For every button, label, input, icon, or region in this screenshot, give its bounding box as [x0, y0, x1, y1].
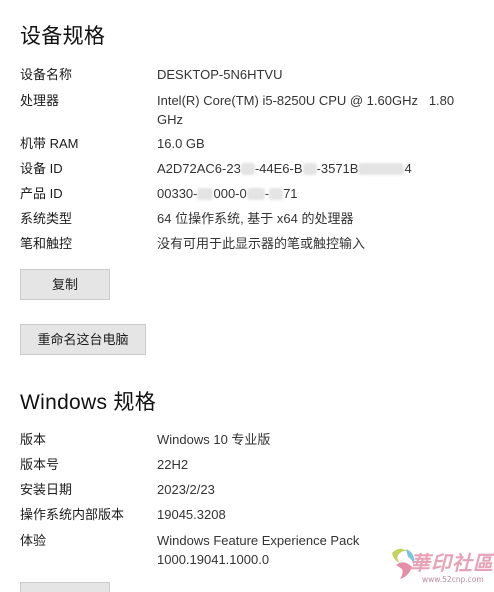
spec-label: 版本: [20, 432, 47, 447]
windows-specs-title: Windows 规格: [20, 391, 157, 414]
spec-value-redacted: A2D72AC6-23 -44E6-B -3571B 4: [157, 159, 475, 178]
product-id-part: 00330-: [157, 186, 198, 201]
spec-value: 22H2: [157, 457, 189, 472]
rename-pc-button[interactable]: 重命名这台电脑: [20, 324, 146, 355]
device-id-part: A2D72AC6-23: [157, 161, 241, 176]
spec-row-processor: 处理器 Intel(R) Core(TM) i5-8250U CPU @ 1.6…: [20, 91, 480, 129]
redaction-blur: [197, 188, 214, 200]
spec-label: 系统类型: [20, 211, 73, 226]
spec-label: 操作系统内部版本: [20, 507, 125, 522]
redaction-blur: [358, 163, 405, 175]
spec-value: 没有可用于此显示器的笔或触控输入: [157, 236, 366, 251]
spec-label: 产品 ID: [20, 186, 63, 201]
copy-button-windows[interactable]: [20, 582, 110, 592]
watermark-url: www.52cnp.com: [422, 575, 484, 584]
spec-value: Windows 10 专业版: [157, 432, 271, 447]
spec-label: 版本号: [20, 457, 60, 472]
copy-button[interactable]: 复制: [20, 269, 110, 300]
spec-value: Windows Feature Experience Pack 1000.190…: [157, 533, 360, 567]
spec-value: Intel(R) Core(TM) i5-8250U CPU @ 1.60GHz…: [157, 93, 458, 127]
device-id-part: -44E6-B: [254, 161, 303, 176]
redaction-blur: [240, 163, 255, 175]
spec-label: 设备 ID: [20, 161, 63, 176]
spec-label: 笔和触控: [20, 236, 73, 251]
spec-label: 安装日期: [20, 482, 73, 497]
product-id-part: 000-0: [213, 186, 247, 201]
spec-value: 19045.3208: [157, 507, 226, 522]
spec-label: 处理器: [20, 93, 60, 108]
spec-value: 2023/2/23: [157, 482, 215, 497]
spec-label: 设备名称: [20, 67, 73, 82]
redaction-blur: [246, 188, 265, 200]
watermark: 華印社區 www.52cnp.com: [386, 543, 494, 586]
spec-value: 64 位操作系统, 基于 x64 的处理器: [157, 211, 354, 226]
redaction-blur: [302, 163, 317, 175]
redaction-blur: [269, 188, 284, 200]
device-specs-title: 设备规格: [20, 25, 106, 48]
device-id-part: -3571B: [316, 161, 359, 176]
spec-label: 机带 RAM: [20, 136, 79, 151]
product-id-part: 71: [283, 186, 298, 201]
watermark-text: 華印社區: [410, 551, 494, 575]
device-id-part: 4: [404, 161, 412, 176]
spec-value: DESKTOP-5N6HTVU: [157, 67, 283, 82]
spec-value-redacted: 00330- 000-0-71: [157, 184, 475, 203]
spec-value: 16.0 GB: [157, 136, 205, 151]
spec-label: 体验: [20, 533, 47, 548]
